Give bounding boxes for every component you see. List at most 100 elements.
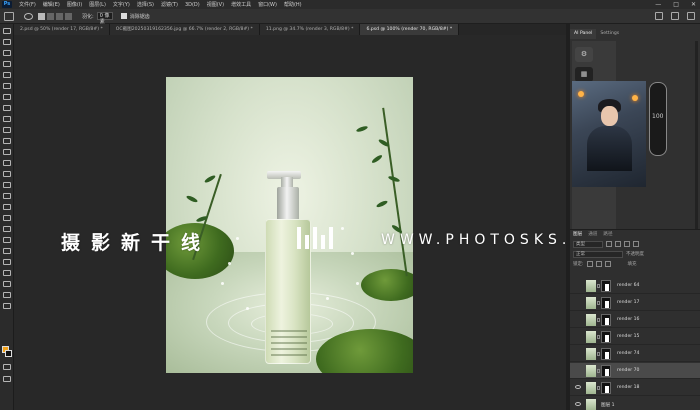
marquee-tool-icon[interactable] bbox=[3, 39, 11, 45]
eye-icon[interactable] bbox=[575, 385, 581, 389]
layer-row[interactable]: render 74 bbox=[570, 346, 700, 362]
share-icon[interactable] bbox=[687, 12, 695, 20]
doc-tab[interactable]: OC截图20250319162356.jpg @ 66.7% (render 2… bbox=[109, 24, 260, 35]
doc-tab[interactable]: 11.png @ 34.7% (render 3, RGB/8#) * bbox=[259, 24, 361, 35]
menu-window[interactable]: 窗口(W) bbox=[258, 1, 277, 8]
gradient-tool-icon[interactable] bbox=[3, 160, 11, 166]
panel-scrollbar[interactable] bbox=[695, 41, 698, 231]
layer-mask[interactable] bbox=[601, 348, 611, 360]
hand-tool-icon[interactable] bbox=[3, 237, 11, 243]
shape-tool-icon[interactable] bbox=[3, 226, 11, 232]
layer-row[interactable]: render 17 bbox=[570, 295, 700, 311]
filter-type-icon[interactable] bbox=[624, 241, 630, 247]
layer-row[interactable]: 图层 1 bbox=[570, 397, 700, 410]
extra-tool-2-icon[interactable] bbox=[3, 281, 11, 287]
menu-type[interactable]: 文字(Y) bbox=[113, 1, 130, 8]
frame-tool-icon[interactable] bbox=[3, 83, 11, 89]
layer-row[interactable]: render 18 bbox=[570, 380, 700, 396]
grid-icon[interactable]: ▦ bbox=[575, 67, 593, 82]
stamp-tool-icon[interactable] bbox=[3, 127, 11, 133]
layer-mask[interactable] bbox=[601, 314, 611, 326]
extra-tool-icon[interactable] bbox=[3, 270, 11, 276]
move-tool-icon[interactable] bbox=[3, 28, 11, 34]
blur-tool-icon[interactable] bbox=[3, 171, 11, 177]
workspace-icon[interactable] bbox=[671, 12, 679, 20]
filter-pixel-icon[interactable] bbox=[606, 241, 612, 247]
pen-tool-icon[interactable] bbox=[3, 193, 11, 199]
layer-mask[interactable] bbox=[601, 365, 611, 377]
eraser-tool-icon[interactable] bbox=[3, 149, 11, 155]
brush-tool-icon[interactable] bbox=[3, 116, 11, 122]
dodge-tool-icon[interactable] bbox=[3, 182, 11, 188]
extra-tool-3-icon[interactable] bbox=[3, 292, 11, 298]
intersect-selection-icon[interactable] bbox=[65, 12, 72, 20]
layer-row[interactable]: render 64 bbox=[570, 278, 700, 294]
menu-layer[interactable]: 图层(L) bbox=[89, 1, 106, 8]
tab-settings[interactable]: Settings bbox=[596, 29, 623, 39]
subtract-selection-icon[interactable] bbox=[56, 12, 63, 20]
search-icon[interactable] bbox=[655, 12, 663, 20]
lock-pixels-icon[interactable] bbox=[586, 261, 593, 267]
maximize-button[interactable]: □ bbox=[673, 1, 679, 8]
eye-icon[interactable] bbox=[575, 402, 581, 406]
path-select-tool-icon[interactable] bbox=[3, 215, 11, 221]
minimize-button[interactable]: — bbox=[655, 1, 661, 8]
new-selection-icon[interactable] bbox=[38, 12, 45, 20]
filter-adjust-icon[interactable] bbox=[615, 241, 621, 247]
menu-3d[interactable]: 3D(D) bbox=[185, 2, 200, 8]
lasso-tool-icon[interactable] bbox=[3, 50, 11, 56]
layer-thumbnail bbox=[586, 331, 596, 343]
menu-plugins[interactable]: 增效工具 bbox=[231, 1, 251, 8]
blend-mode-select[interactable]: 正常 bbox=[573, 250, 623, 258]
menu-select[interactable]: 选择(S) bbox=[137, 1, 154, 8]
history-brush-tool-icon[interactable] bbox=[3, 138, 11, 144]
add-selection-icon[interactable] bbox=[47, 12, 54, 20]
lock-all-icon[interactable] bbox=[604, 261, 611, 267]
canvas-area[interactable]: 摄影新干线 WWW.PHOTOSKS.VIP bbox=[14, 35, 604, 410]
healing-tool-icon[interactable] bbox=[3, 105, 11, 111]
tab-paths[interactable]: 路径 bbox=[600, 230, 615, 239]
tab-ai-panel[interactable]: AI Panel bbox=[570, 29, 597, 39]
layer-mask[interactable] bbox=[601, 280, 611, 292]
layer-row-selected[interactable]: render 70 bbox=[570, 363, 700, 379]
lasso-icon[interactable] bbox=[24, 12, 33, 20]
extra-tool-4-icon[interactable] bbox=[3, 303, 11, 309]
zoom-tool-icon[interactable] bbox=[3, 248, 11, 254]
layer-thumbnail bbox=[586, 297, 596, 309]
menu-file[interactable]: 文件(F) bbox=[19, 1, 36, 8]
type-tool-icon[interactable] bbox=[3, 204, 11, 210]
close-button[interactable]: ✕ bbox=[691, 1, 696, 8]
quick-select-tool-icon[interactable] bbox=[3, 61, 11, 67]
document-canvas[interactable] bbox=[166, 77, 413, 373]
crop-tool-icon[interactable] bbox=[3, 72, 11, 78]
layer-row[interactable]: render 16 bbox=[570, 312, 700, 328]
background-color-swatch[interactable] bbox=[5, 350, 12, 357]
filter-shape-icon[interactable] bbox=[633, 241, 639, 247]
menu-help[interactable]: 帮助(H) bbox=[284, 1, 302, 8]
ai-preview-image[interactable] bbox=[572, 81, 646, 187]
menu-edit[interactable]: 编辑(E) bbox=[43, 1, 60, 8]
edit-toolbar-icon[interactable] bbox=[3, 259, 11, 265]
layer-mask[interactable] bbox=[601, 382, 611, 394]
screen-mode-icon[interactable] bbox=[3, 376, 11, 382]
layer-kind-select[interactable]: 类型 bbox=[573, 240, 603, 248]
home-icon[interactable] bbox=[4, 11, 14, 21]
antialias-checkbox[interactable] bbox=[120, 13, 127, 19]
gear-icon[interactable]: ⚙ bbox=[575, 47, 593, 62]
menu-view[interactable]: 视图(V) bbox=[207, 1, 224, 8]
menu-image[interactable]: 图像(I) bbox=[67, 1, 82, 8]
quick-mask-icon[interactable] bbox=[3, 364, 11, 370]
layer-mask[interactable] bbox=[601, 297, 611, 309]
tab-channels[interactable]: 通道 bbox=[585, 230, 600, 239]
layer-row[interactable]: render 15 bbox=[570, 329, 700, 345]
lock-position-icon[interactable] bbox=[595, 261, 602, 267]
doc-tab-active[interactable]: 6.psd @ 100% (render 70, RGB/8#) * bbox=[360, 24, 460, 35]
menu-filter[interactable]: 滤镜(T) bbox=[161, 1, 178, 8]
splash-drop bbox=[356, 282, 359, 285]
feather-input[interactable]: 0 像素 bbox=[96, 12, 113, 25]
tab-layers[interactable]: 图层 bbox=[570, 230, 585, 239]
strength-slider[interactable]: 100 bbox=[649, 82, 667, 156]
doc-tab[interactable]: 2.psd @ 50% (render 17, RGB/8#) * bbox=[14, 24, 110, 35]
eyedropper-tool-icon[interactable] bbox=[3, 94, 11, 100]
layer-mask[interactable] bbox=[601, 331, 611, 343]
